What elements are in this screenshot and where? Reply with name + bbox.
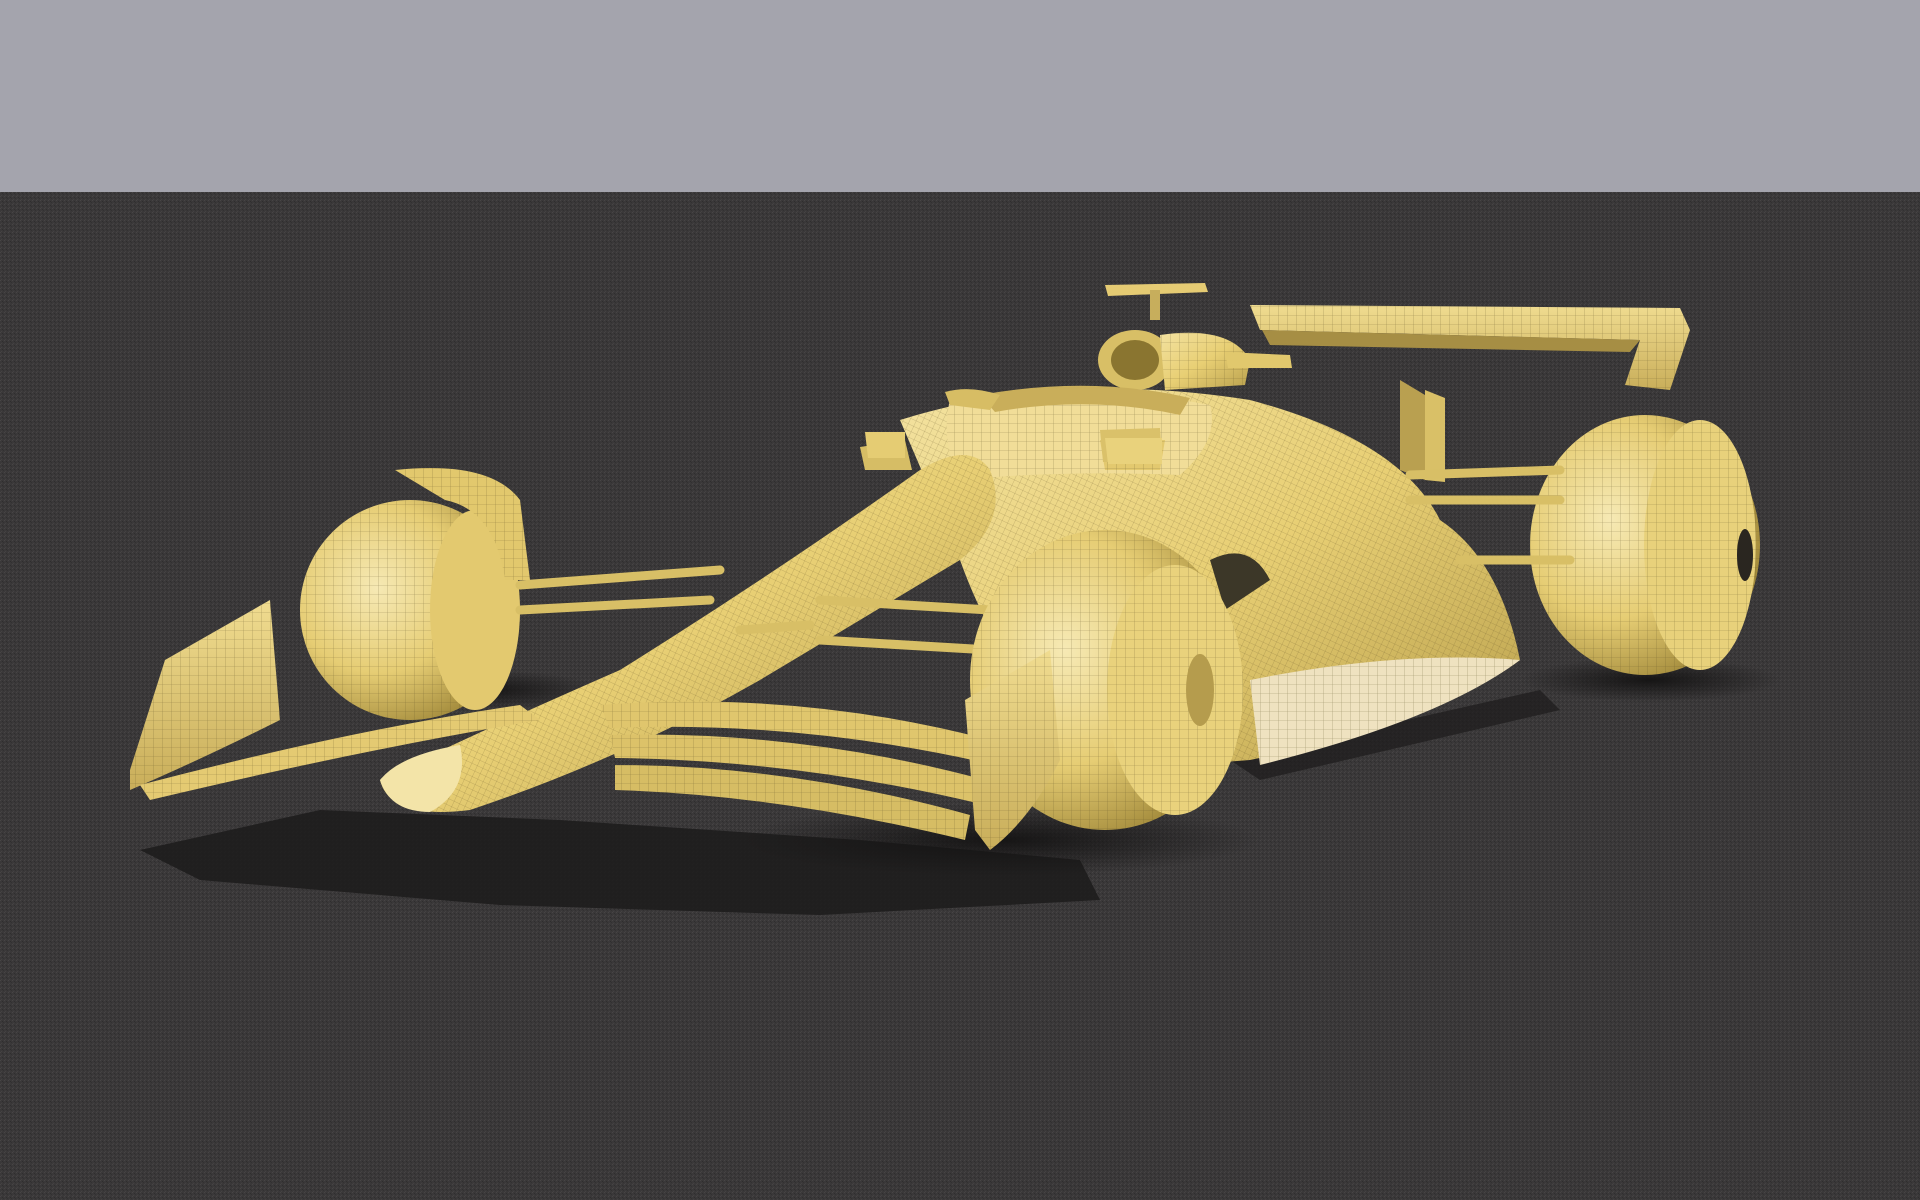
sky-backdrop bbox=[0, 0, 1920, 192]
render-viewport bbox=[0, 0, 1920, 1200]
rear-right-tyre bbox=[1530, 415, 1760, 675]
render-canvas bbox=[0, 0, 1920, 1200]
